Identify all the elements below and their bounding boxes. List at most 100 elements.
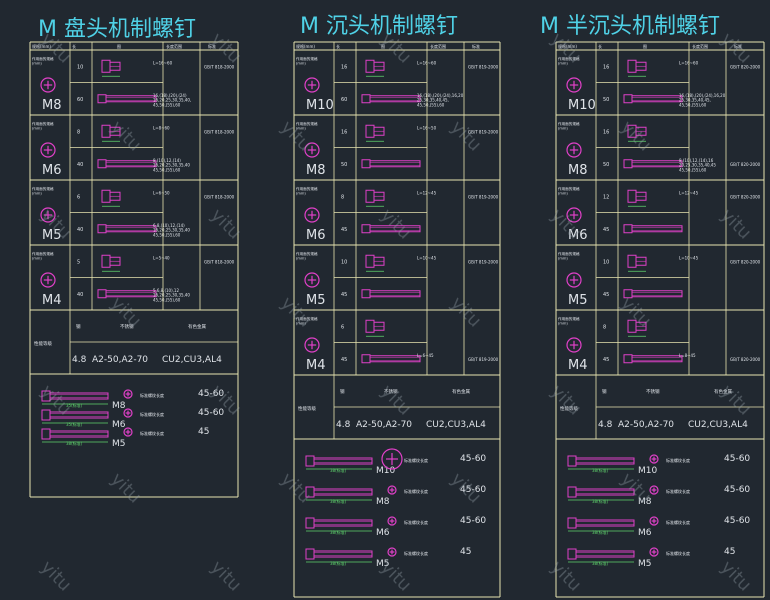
size-label: M10 — [306, 98, 334, 113]
length-cell: 40 — [77, 227, 83, 233]
text-line: 作用面的规格 — [558, 251, 580, 256]
sample-size-label: M6 — [638, 528, 652, 538]
text-line: (mm) — [558, 256, 568, 260]
sample-note: 标准螺纹长度 — [666, 457, 690, 463]
length-cell: 10 — [603, 259, 609, 265]
sample-size-label: M6 — [112, 420, 126, 430]
size-label: M4 — [306, 358, 326, 373]
standard-code: GB/T 818-2000 — [204, 259, 235, 264]
length-cell: 8 — [341, 194, 344, 200]
text-line: 45,50,(55),60 — [153, 167, 181, 172]
header-cell: 长 — [336, 43, 340, 49]
text-line: 45,50,(55),60 — [417, 102, 445, 107]
header-cell: 图 — [117, 43, 121, 49]
text-line: (mm) — [296, 256, 306, 260]
sheet-title: M 沉头机制螺钉 — [300, 14, 458, 39]
standard-code: GB/T 818-2000 — [204, 194, 235, 199]
length-cell: 8 — [603, 324, 606, 330]
dimension-text: 38(标准) — [592, 529, 609, 535]
size-label: M4 — [42, 293, 62, 308]
standard-code: GB/T 820-2000 — [730, 162, 761, 167]
size-label: M8 — [42, 98, 62, 113]
text-line: (mm) — [558, 191, 568, 195]
grade-value: 4.8 — [72, 355, 87, 365]
dimension-text: 35(标准) — [66, 421, 83, 427]
length-cell: 45 — [341, 292, 347, 298]
size-label: M6 — [42, 163, 62, 178]
dimension-text: 38(标准) — [330, 498, 347, 504]
size-label: M6 — [306, 228, 326, 243]
standard-code: GB/T 820-2000 — [730, 357, 761, 362]
text-line: 作用面的规格 — [296, 56, 318, 61]
text-line: (mm) — [558, 321, 568, 325]
sample-size-label: M6 — [376, 528, 390, 538]
sample-note: 标准螺纹长度 — [404, 550, 428, 556]
standard-code: GB/T 819-2000 — [468, 357, 499, 362]
length-cell: 40 — [77, 162, 83, 168]
grade-value: A2-50,A2-70 — [356, 420, 412, 430]
sample-note: 标准螺纹长度 — [140, 430, 164, 436]
sample-note: 标准螺纹长度 — [140, 411, 164, 417]
sample-value: 45-60 — [724, 454, 750, 464]
standard-code: GB/T 820-2000 — [730, 194, 761, 199]
dimension-text: 38(标准) — [330, 529, 347, 535]
grade-value: CU2,CU3,AL4 — [162, 355, 222, 365]
text-line: 作用面的规格 — [32, 121, 54, 126]
grade-header: 有色金属 — [452, 388, 470, 395]
header-cell: 规格(mm) — [296, 43, 315, 49]
text-line: 作用面的规格 — [296, 186, 318, 191]
sample-size-label: M5 — [112, 439, 126, 449]
sample-value: 45-60 — [460, 516, 486, 526]
length-cell: 6 — [341, 324, 344, 330]
grade-value: 4.8 — [336, 420, 351, 430]
header-cell: 长度范围 — [692, 43, 708, 49]
length-cell: 8 — [77, 129, 80, 135]
text-line: 作用面的规格 — [32, 186, 54, 191]
header-cell: 长 — [598, 43, 602, 49]
size-label: M8 — [306, 163, 326, 178]
length-range: L=5~40 — [153, 255, 170, 260]
length-cell: 10 — [77, 64, 83, 70]
length-cell: 16 — [341, 129, 347, 135]
grade-value: A2-50,A2-70 — [618, 420, 674, 430]
length-cell: 45 — [603, 357, 609, 363]
grade-header: 不锈钢 — [646, 388, 660, 395]
length-cell: 45 — [603, 227, 609, 233]
length-range: L=8~45 — [679, 353, 696, 358]
text-line: 45,50,(55),60 — [679, 167, 707, 172]
text-line: (mm) — [32, 61, 42, 65]
standard-code: GB/T 820-2000 — [730, 259, 761, 264]
text-line: 作用面的规格 — [296, 251, 318, 256]
text-line: (mm) — [296, 191, 306, 195]
grade-value: CU2,CU3,AL4 — [426, 420, 486, 430]
length-range: L=8~60 — [153, 125, 170, 130]
length-cell: 16 — [603, 64, 609, 70]
sample-value: 45 — [198, 427, 209, 437]
length-range: L=6~50 — [153, 190, 170, 195]
sample-note: 标准螺纹长度 — [666, 519, 690, 525]
size-label: M5 — [306, 293, 326, 308]
text-line: (mm) — [296, 61, 306, 65]
length-cell: 16 — [603, 129, 609, 135]
length-cell: 50 — [603, 162, 609, 168]
text-line: 45,50,(55),60 — [153, 102, 181, 107]
text-line: 45,50,(55),60 — [679, 102, 707, 107]
standard-code: GB/T 819-2000 — [468, 259, 499, 264]
sample-value: 45 — [724, 547, 735, 557]
header-cell: 长 — [72, 43, 76, 49]
grade-header: 有色金属 — [188, 323, 206, 330]
sample-note: 标准螺纹长度 — [666, 488, 690, 494]
grade-header: 钢 — [340, 388, 345, 395]
length-cell: 45 — [603, 292, 609, 298]
dimension-text: 38(标准) — [66, 440, 83, 446]
length-cell: 5 — [77, 259, 80, 265]
length-cell: 10 — [341, 259, 347, 265]
text-line: 45,50,(55),60 — [153, 232, 181, 237]
length-cell: 45 — [341, 357, 347, 363]
sample-value: 45-60 — [460, 454, 486, 464]
length-cell: 40 — [77, 292, 83, 298]
dimension-text: 38(标准) — [592, 498, 609, 504]
sample-note: 标准螺纹长度 — [404, 488, 428, 494]
grade-header: 钢 — [76, 323, 81, 330]
length-cell: 45 — [341, 227, 347, 233]
